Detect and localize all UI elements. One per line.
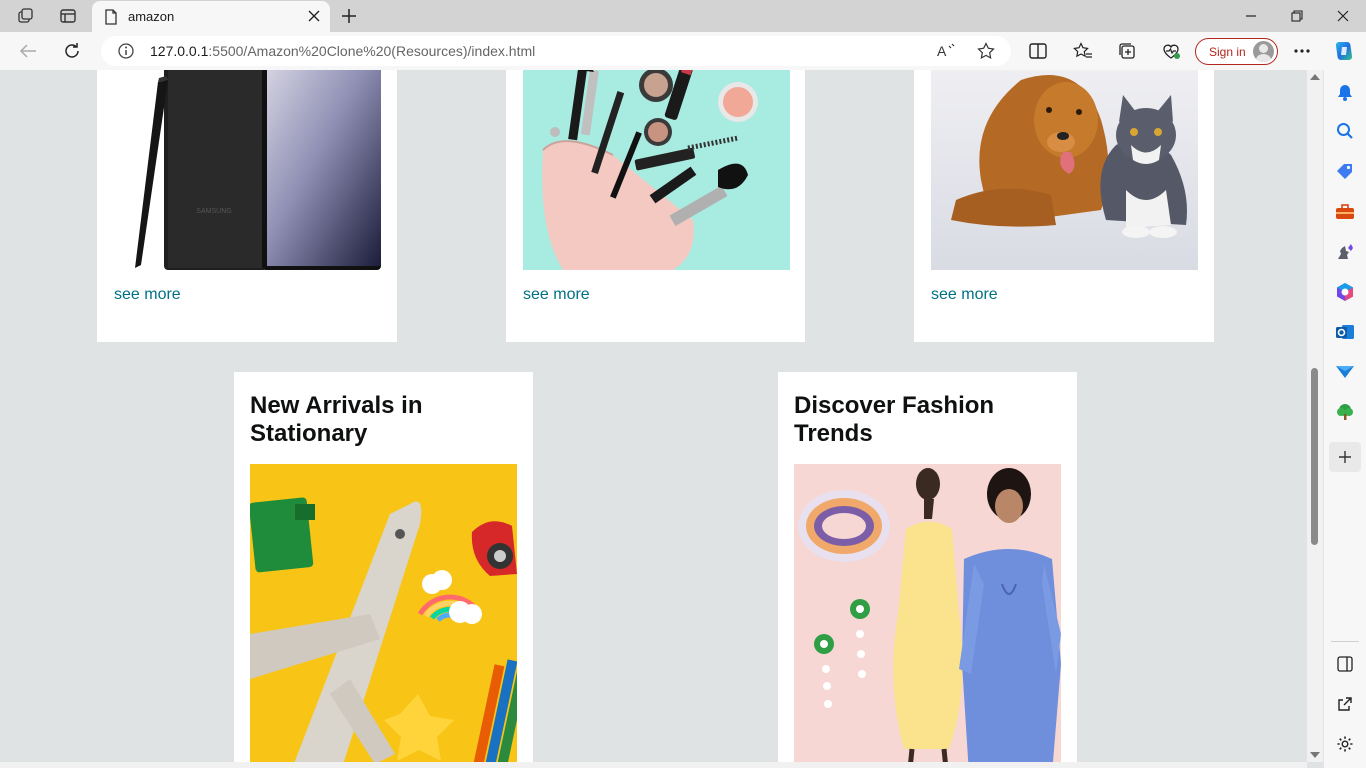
microsoft-365-icon[interactable] — [1332, 279, 1358, 305]
tools-briefcase-icon[interactable] — [1332, 199, 1358, 225]
hide-sidebar-icon[interactable] — [1332, 651, 1358, 677]
see-more-link-smartphone[interactable]: see more — [114, 286, 181, 304]
favorites-icon[interactable] — [1068, 37, 1098, 65]
smartphone-image[interactable]: SAMSUNG — [114, 70, 381, 270]
see-more-link-pets[interactable]: see more — [931, 286, 998, 304]
close-window-button[interactable] — [1320, 0, 1366, 32]
url-field[interactable]: 127.0.0.1:5500/Amazon%20Clone%20(Resourc… — [101, 36, 1011, 66]
fashion-image[interactable] — [794, 464, 1061, 762]
shopping-tag-icon[interactable] — [1332, 159, 1358, 185]
page-viewport: SAMSUNG see more see more see more New A… — [0, 70, 1307, 762]
drop-send-icon[interactable] — [1332, 359, 1358, 385]
card-title-stationary: New Arrivals in Stationary — [250, 392, 423, 447]
close-tab-icon[interactable] — [304, 6, 324, 26]
svg-text:A: A — [937, 43, 947, 59]
favorite-star-icon[interactable] — [974, 40, 998, 62]
site-info-icon[interactable] — [117, 42, 135, 65]
profile-avatar-icon — [1253, 41, 1274, 62]
pets-image[interactable] — [931, 70, 1198, 270]
read-aloud-icon[interactable]: A — [935, 40, 959, 62]
product-card-cosmetics: see more — [506, 70, 805, 342]
sign-in-button[interactable]: Sign in — [1195, 38, 1278, 65]
product-card-pets: see more — [914, 70, 1214, 342]
outlook-icon[interactable] — [1332, 319, 1358, 345]
notifications-bell-icon[interactable] — [1332, 79, 1358, 105]
tab-actions-icon[interactable] — [54, 4, 82, 28]
tab-bar: amazon — [0, 0, 1366, 32]
copilot-icon[interactable] — [1329, 37, 1359, 65]
cosmetics-image[interactable] — [523, 70, 790, 270]
tab-amazon[interactable]: amazon — [92, 1, 330, 32]
see-more-link-cosmetics[interactable]: see more — [523, 286, 590, 304]
back-button[interactable] — [13, 37, 43, 65]
split-screen-icon[interactable] — [1023, 37, 1053, 65]
edge-sidebar — [1323, 70, 1366, 768]
settings-gear-icon[interactable] — [1332, 731, 1358, 757]
product-card-smartphone: SAMSUNG see more — [97, 70, 397, 342]
scroll-down-icon[interactable] — [1310, 752, 1320, 758]
collections-icon[interactable] — [1112, 37, 1142, 65]
card-title-fashion: Discover Fashion Trends — [794, 392, 995, 447]
address-bar: 127.0.0.1:5500/Amazon%20Clone%20(Resourc… — [0, 32, 1366, 70]
category-card-stationary: New Arrivals in Stationary — [234, 372, 533, 762]
add-sidebar-app-button[interactable] — [1329, 442, 1361, 472]
workspaces-icon[interactable] — [12, 4, 40, 28]
url-host: 127.0.0.1 — [150, 43, 209, 59]
refresh-button[interactable] — [57, 37, 87, 65]
vertical-scrollbar[interactable] — [1307, 70, 1323, 762]
scroll-up-icon[interactable] — [1310, 74, 1320, 80]
url-text: 127.0.0.1:5500/Amazon%20Clone%20(Resourc… — [150, 43, 535, 59]
stationary-image[interactable] — [250, 464, 517, 762]
restore-button[interactable] — [1274, 0, 1320, 32]
category-card-fashion: Discover Fashion Trends — [778, 372, 1077, 762]
more-menu-icon[interactable] — [1287, 37, 1317, 65]
horizontal-scrollbar[interactable] — [0, 762, 1307, 768]
sign-in-label: Sign in — [1209, 45, 1246, 59]
page-icon — [104, 9, 118, 30]
tab-title: amazon — [128, 9, 175, 24]
open-external-icon[interactable] — [1332, 691, 1358, 717]
sidebar-divider — [1331, 641, 1359, 642]
brand-text-graphic: SAMSUNG — [196, 208, 231, 215]
search-icon[interactable] — [1332, 118, 1358, 144]
url-path: :5500/Amazon%20Clone%20(Resources)/index… — [208, 43, 536, 59]
tree-icon[interactable] — [1332, 399, 1358, 425]
browser-essentials-icon[interactable] — [1156, 37, 1186, 65]
new-tab-button[interactable] — [336, 4, 362, 28]
games-icon[interactable] — [1332, 239, 1358, 265]
scrollbar-thumb[interactable] — [1311, 368, 1318, 545]
minimize-button[interactable] — [1228, 0, 1274, 32]
